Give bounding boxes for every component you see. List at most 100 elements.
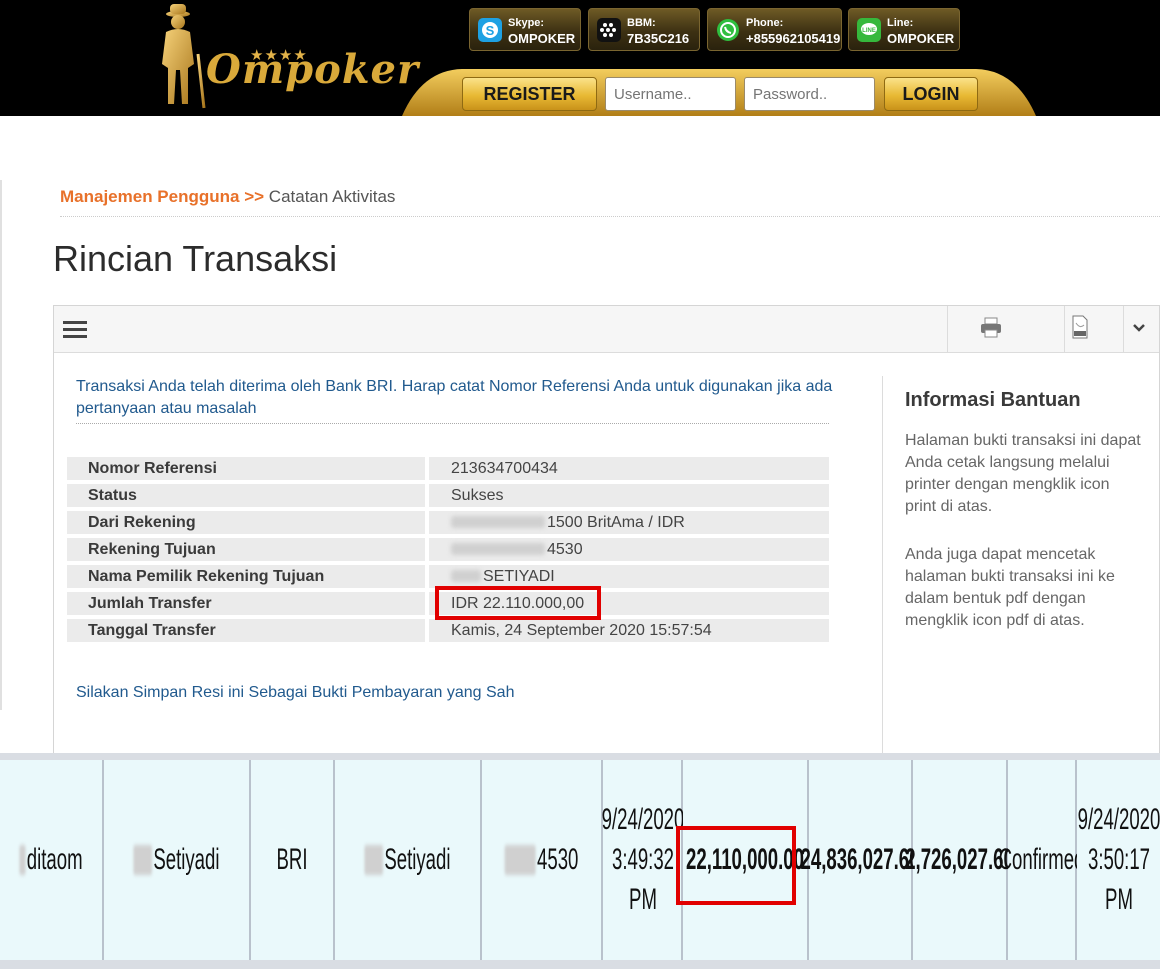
site-header: ★★★★ Ompoker S Skype: OMPOKER BBM: 7B35C… xyxy=(0,0,1160,116)
row-label: Nama Pemilik Rekening Tujuan xyxy=(67,565,429,588)
skype-contact[interactable]: S Skype: OMPOKER xyxy=(469,8,581,51)
table-cell: Confirmed xyxy=(998,760,1085,960)
phone-label: Phone: xyxy=(746,17,784,29)
printer-icon[interactable] xyxy=(980,317,1002,339)
table-cell: Setiyadi xyxy=(104,760,251,960)
row-value: SETIYADI xyxy=(483,567,555,585)
phone-value: +855962105419 xyxy=(746,31,841,46)
gentleman-logo-icon xyxy=(162,4,206,109)
table-row: Rekening Tujuan 4530 xyxy=(67,538,829,561)
line-value: OMPOKER xyxy=(887,31,955,46)
save-receipt-note: Silakan Simpan Resi ini Sebagai Bukti Pe… xyxy=(76,684,515,701)
cell-text: Setiyadi xyxy=(153,843,220,876)
cell-text: Setiyadi xyxy=(384,843,451,876)
table-cell: BRI xyxy=(251,760,335,960)
row-value: Sukses xyxy=(429,484,829,507)
redacted-text xyxy=(504,845,536,875)
row-value: 1500 BritAma / IDR xyxy=(547,513,685,531)
redacted-text xyxy=(19,845,26,875)
amount-highlight-box xyxy=(676,826,796,905)
page-title: Rincian Transaksi xyxy=(53,238,338,279)
cell-text: 2,726,027.60 xyxy=(905,843,1014,876)
table-row: ditaom Setiyadi BRI Setiyadi 4530 9/24/2… xyxy=(0,760,1160,960)
bbm-label: BBM: xyxy=(627,17,656,29)
table-cell: 9/24/2020 3:50:17 PM xyxy=(1077,760,1160,960)
toolbar-separator xyxy=(1064,306,1065,352)
transaction-notice: Transaksi Anda telah diterima oleh Bank … xyxy=(76,378,833,417)
bbm-contact[interactable]: BBM: 7B35C216 xyxy=(588,8,700,51)
row-label: Status xyxy=(67,484,429,507)
cell-text: BRI xyxy=(276,843,308,876)
breadcrumb-divider xyxy=(60,216,1160,217)
sidebar-divider xyxy=(882,376,883,754)
phone-contact[interactable]: Phone: +855962105419 xyxy=(707,8,842,51)
redacted-text xyxy=(451,516,545,529)
logo-wordmark: Ompoker xyxy=(206,46,420,93)
notice-divider xyxy=(76,423,829,424)
line-label: Line: xyxy=(887,17,914,29)
toolbar-separator xyxy=(1123,306,1124,352)
skype-icon: S xyxy=(478,18,502,42)
bbm-icon xyxy=(597,18,621,42)
cell-text: Confirmed xyxy=(998,843,1085,876)
row-label: Dari Rekening xyxy=(67,511,429,534)
row-value-cell: 4530 xyxy=(429,538,829,561)
breadcrumb: Manajemen Pengguna >> Catatan Aktivitas xyxy=(60,187,395,207)
table-cell: 4530 xyxy=(482,760,603,960)
svg-text:S: S xyxy=(486,23,495,38)
cell-text: 9/24/2020 3:50:17 PM xyxy=(1077,803,1160,916)
breadcrumb-parent[interactable]: Manajemen Pengguna >> xyxy=(60,187,264,206)
help-title: Informasi Bantuan xyxy=(905,389,1081,411)
cell-text: 24,836,027.60 xyxy=(800,843,920,876)
row-label: Tanggal Transfer xyxy=(67,619,429,642)
hamburger-icon[interactable] xyxy=(63,319,87,339)
row-value: 4530 xyxy=(547,540,583,558)
left-border xyxy=(0,180,2,710)
skype-value: OMPOKER xyxy=(508,31,576,46)
pdf-icon[interactable] xyxy=(1072,315,1088,339)
redacted-text xyxy=(451,543,545,556)
row-value: Kamis, 24 September 2020 15:57:54 xyxy=(429,619,829,642)
register-button[interactable]: REGISTER xyxy=(462,77,597,111)
table-row: Status Sukses xyxy=(67,484,829,507)
svg-text:LINE: LINE xyxy=(862,28,876,34)
bbm-value: 7B35C216 xyxy=(627,31,690,46)
whatsapp-icon xyxy=(716,18,740,42)
admin-record-strip: ditaom Setiyadi BRI Setiyadi 4530 9/24/2… xyxy=(0,753,1160,969)
line-icon: LINE xyxy=(857,18,881,42)
table-cell: 24,836,027.60 xyxy=(800,760,920,960)
amount-highlight-box xyxy=(435,586,601,620)
table-row: Tanggal Transfer Kamis, 24 September 2020… xyxy=(67,619,829,642)
row-label: Rekening Tujuan xyxy=(67,538,429,561)
line-contact[interactable]: LINE Line: OMPOKER xyxy=(848,8,960,51)
toolbar-separator xyxy=(947,306,948,352)
help-paragraph-pdf: Anda juga dapat mencetak halaman bukti t… xyxy=(905,546,1115,629)
row-value-cell: SETIYADI xyxy=(429,565,829,588)
breadcrumb-current: Catatan Aktivitas xyxy=(268,187,396,206)
row-value: 213634700434 xyxy=(429,457,829,480)
redacted-text xyxy=(451,570,481,583)
password-input[interactable] xyxy=(744,77,875,111)
row-label: Nomor Referensi xyxy=(67,457,429,480)
table-cell: Setiyadi xyxy=(335,760,482,960)
cell-text: 9/24/2020 3:49:32 PM xyxy=(601,803,685,916)
table-cell: ditaom xyxy=(0,760,104,960)
skype-label: Skype: xyxy=(508,17,545,29)
username-input[interactable] xyxy=(605,77,736,111)
row-label: Jumlah Transfer xyxy=(67,592,429,615)
table-row: Dari Rekening 1500 BritAma / IDR xyxy=(67,511,829,534)
help-paragraph-print: Halaman bukti transaksi ini dapat Anda c… xyxy=(905,432,1141,515)
row-value-cell: 1500 BritAma / IDR xyxy=(429,511,829,534)
panel-toolbar xyxy=(54,306,1159,353)
cell-text: 4530 xyxy=(537,843,579,876)
redacted-text xyxy=(364,845,384,875)
table-row: Nama Pemilik Rekening Tujuan SETIYADI xyxy=(67,565,829,588)
table-row: Nomor Referensi 213634700434 xyxy=(67,457,829,480)
table-cell: 2,726,027.60 xyxy=(905,760,1014,960)
chevron-down-icon[interactable] xyxy=(1132,322,1146,334)
table-cell: 9/24/2020 3:49:32 PM xyxy=(602,760,684,960)
cell-text: ditaom xyxy=(26,843,83,876)
login-button[interactable]: LOGIN xyxy=(884,77,978,111)
transaction-panel: Transaksi Anda telah diterima oleh Bank … xyxy=(53,305,1160,754)
redacted-text xyxy=(133,845,153,875)
